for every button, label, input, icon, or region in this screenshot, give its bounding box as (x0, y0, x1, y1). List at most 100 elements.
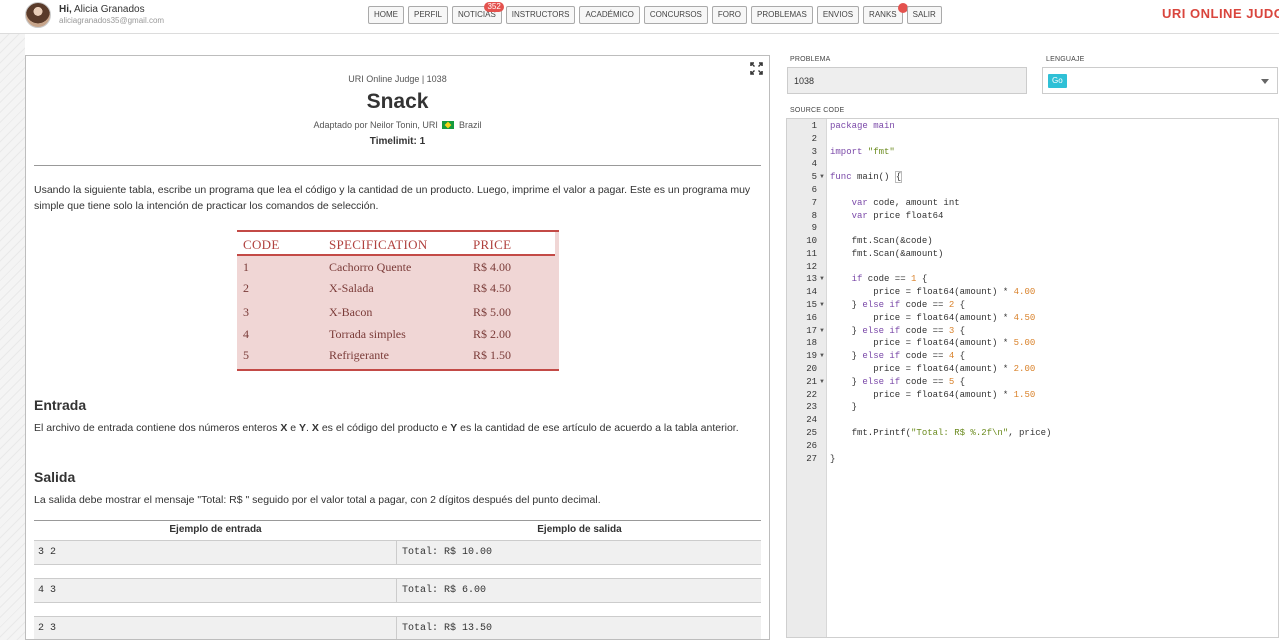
output-section-title: Salida (34, 469, 76, 485)
code-line: func main() { (830, 171, 903, 183)
nav-concursos-label: CONCURSOS (649, 10, 702, 19)
language-select[interactable]: Go (1042, 67, 1278, 94)
input-text-b: e (287, 422, 300, 434)
line-number: 25 (806, 428, 817, 438)
nav-foro-button[interactable]: FORO (711, 6, 748, 24)
code-line: price = float64(amount) * 5.00 (830, 338, 1035, 348)
code-token: { (894, 171, 903, 183)
table-row: 1 Cachorro Quente R$ 4.00 (237, 258, 557, 278)
code-token: { (954, 326, 966, 336)
chevron-down-icon[interactable] (1261, 79, 1269, 84)
code-line: if code == 1 { (830, 274, 928, 284)
table-row: 2 X-Salada R$ 4.50 (237, 279, 557, 299)
brand-logo[interactable]: URI ONLINE JUDG (1162, 6, 1279, 21)
input-text-a: El archivo de entrada contiene dos númer… (34, 422, 281, 434)
code-token: } (830, 351, 863, 361)
line-number: 17 (806, 326, 817, 336)
nav-instructors-button[interactable]: INSTRUCTORS (505, 6, 576, 24)
nav-ranks-button[interactable]: RANKS (863, 3, 908, 24)
line-number: 14 (806, 287, 817, 297)
nav-salir-button[interactable]: SALIR (906, 6, 942, 24)
nav-noticias-button[interactable]: NOTICIAS 352 (452, 2, 504, 24)
cell-specification: Torrada simples (329, 327, 406, 341)
code-line: fmt.Scan(&amount) (830, 249, 944, 259)
user-email: aliciagranados35@gmail.com (59, 16, 165, 25)
product-table: CODE SPECIFICATION PRICE 1 Cachorro Quen… (237, 230, 559, 371)
fold-arrow-icon[interactable]: ▼ (819, 174, 825, 180)
line-number: 20 (806, 364, 817, 374)
nav-envios-button[interactable]: ENVIOS (816, 6, 860, 24)
nav-concursos-button[interactable]: CONCURSOS (643, 6, 708, 24)
line-number: 16 (806, 313, 817, 323)
code-line: price = float64(amount) * 1.50 (830, 390, 1035, 400)
col-code-header: CODE (243, 237, 280, 252)
table-row: 4 Torrada simples R$ 2.00 (237, 325, 557, 345)
fold-arrow-icon[interactable]: ▼ (819, 328, 825, 334)
sample-input: 3 2 (38, 547, 57, 558)
column-divider (396, 617, 397, 639)
code-token: , price) (1008, 428, 1052, 438)
code-token: { (954, 300, 966, 310)
code-token: fmt.Scan(&amount) (830, 249, 944, 259)
line-number: 27 (806, 454, 817, 464)
nav-ranks-label: RANKS (869, 10, 897, 19)
code-line: price = float64(amount) * 4.00 (830, 287, 1035, 297)
line-number: 21 (806, 377, 817, 387)
cell-price: R$ 5.00 (473, 305, 512, 319)
code-token: fmt.Scan(&code) (830, 236, 933, 246)
cell-code: 4 (243, 327, 249, 341)
problem-author: Adaptado por Neilor Tonin, URI Brazil (26, 120, 769, 130)
code-token: 2.00 (1013, 364, 1036, 374)
code-token: price = float64(amount) * (830, 313, 1014, 323)
nav-perfil-label: PERFIL (414, 10, 443, 19)
nav-academico-button[interactable]: ACADÉMICO (579, 6, 640, 24)
sample-row: 3 2 Total: R$ 10.00 (34, 540, 761, 565)
avatar[interactable] (25, 2, 51, 28)
cell-code: 1 (243, 260, 249, 274)
nav-home-button[interactable]: HOME (368, 6, 404, 24)
fold-arrow-icon[interactable]: ▼ (819, 379, 825, 385)
input-section-text: El archivo de entrada contiene dos númer… (34, 420, 762, 436)
code-token: price = float64(amount) * (830, 364, 1014, 374)
code-editor[interactable]: 1 2 3 4 5 ▼ 6 7 8 9 10 11 12 13 ▼ 14 15 … (786, 118, 1279, 638)
line-number: 1 (811, 121, 817, 131)
fold-arrow-icon[interactable]: ▼ (819, 353, 825, 359)
nav-instructors-label: INSTRUCTORS (511, 10, 570, 19)
code-token: code == (900, 351, 949, 361)
nav-problemas-button[interactable]: PROBLEMAS (751, 6, 813, 24)
nav-envios-label: ENVIOS (822, 10, 854, 19)
cell-code: 2 (243, 281, 249, 295)
line-number: 15 (806, 300, 817, 310)
code-token: else if (862, 351, 901, 361)
code-line: } (830, 402, 857, 412)
cell-price: R$ 1.50 (473, 348, 512, 362)
line-number: 10 (806, 236, 817, 246)
cell-price: R$ 4.50 (473, 281, 512, 295)
code-token: 4.50 (1013, 313, 1036, 323)
input-text-e: es la cantidad de ese artículo de acuerd… (457, 422, 739, 434)
top-bar: Hi, Alicia Granados aliciagranados35@gma… (0, 0, 1279, 34)
sample-input-header: Ejemplo de entrada (169, 524, 262, 535)
cell-specification: Refrigerante (329, 348, 389, 362)
code-token: "Total: R$ %.2f\n" (911, 428, 1009, 438)
code-token: code == (900, 300, 949, 310)
fold-arrow-icon[interactable]: ▼ (819, 276, 825, 282)
problem-number-input[interactable] (787, 67, 1027, 94)
line-number: 24 (806, 415, 817, 425)
nav-foro-label: FORO (717, 10, 742, 19)
code-token: func (830, 172, 852, 182)
line-number: 26 (806, 441, 817, 451)
user-name: Alicia Granados (74, 4, 145, 15)
cell-specification: X-Salada (329, 281, 374, 295)
code-token: var (830, 211, 868, 221)
code-token: } (830, 326, 863, 336)
problem-field-label: PROBLEMA (790, 56, 831, 63)
line-number: 6 (811, 185, 817, 195)
fold-arrow-icon[interactable]: ▼ (819, 302, 825, 308)
code-token: import (830, 147, 868, 157)
line-number: 13 (806, 274, 817, 284)
nav-perfil-button[interactable]: PERFIL (408, 6, 449, 24)
code-token: } (830, 402, 858, 412)
nav-academico-label: ACADÉMICO (585, 10, 634, 19)
brazil-flag-icon (442, 121, 455, 129)
